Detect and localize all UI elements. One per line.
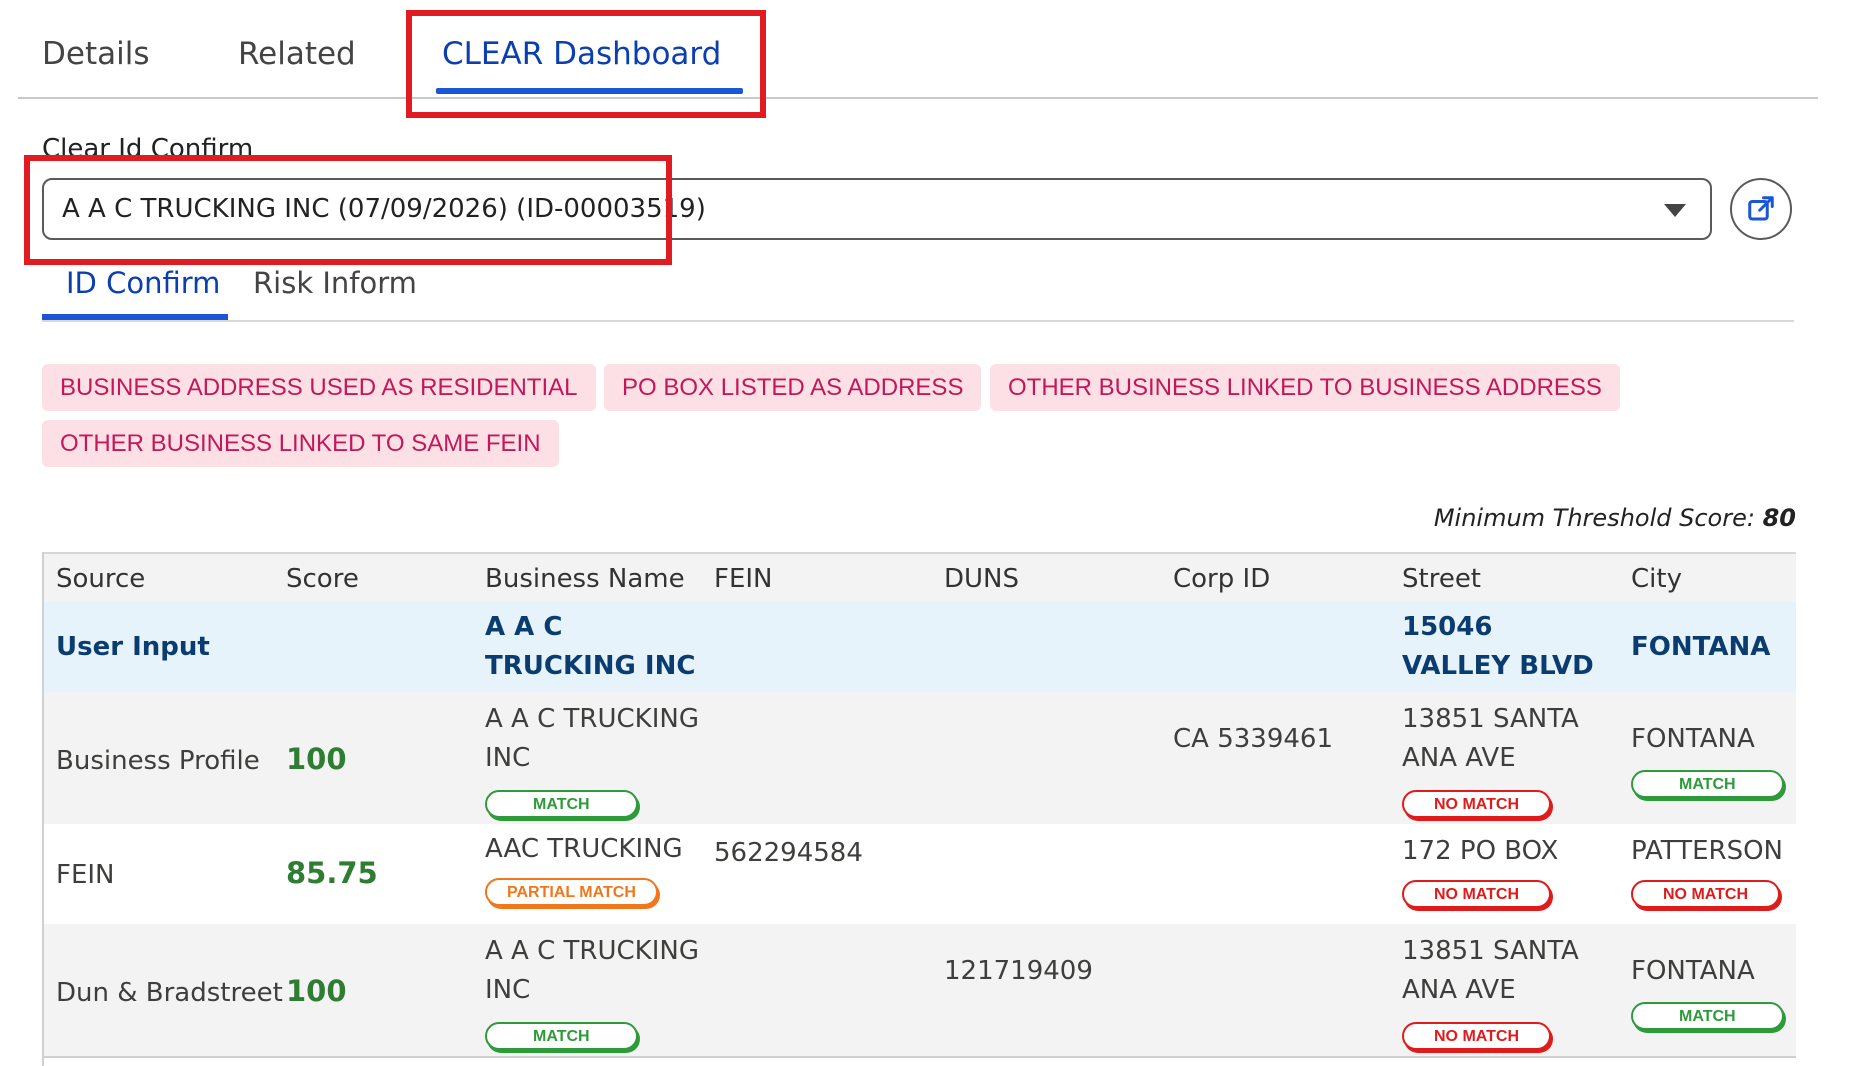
street-cell: 172 PO BOX	[1402, 836, 1559, 866]
city-cell: FONTANA	[1631, 724, 1755, 754]
flag-badge: BUSINESS ADDRESS USED AS RESIDENTIAL	[42, 364, 596, 411]
tab-clear-dashboard[interactable]: CLEAR Dashboard	[442, 36, 721, 72]
chevron-down-icon	[1664, 204, 1686, 217]
match-status: PARTIAL MATCH	[485, 870, 658, 909]
tab-details[interactable]: Details	[42, 36, 149, 72]
city-cell: FONTANA	[1631, 956, 1755, 986]
top-tab-bar: Details Related CLEAR Dashboard	[18, 0, 1818, 99]
column-header[interactable]: Street	[1402, 564, 1481, 594]
duns-cell: 121719409	[944, 956, 1093, 986]
clear-id-selected-value: A A C TRUCKING INC (07/09/2026) (ID-0000…	[62, 194, 706, 224]
business-name-cell: A A C TRUCKING INC	[485, 612, 696, 681]
table-header: Source Score Business Name FEIN DUNS Cor…	[44, 552, 1796, 604]
match-status: NO MATCH	[1402, 782, 1552, 821]
street-cell: 13851 SANTA ANA AVE	[1402, 704, 1579, 773]
source-cell: FEIN	[56, 860, 115, 890]
table-row: Business Profile 100 A A C TRUCKING INC …	[44, 692, 1796, 826]
street-cell: 15046 VALLEY BLVD	[1402, 612, 1594, 681]
score-cell: 100	[286, 974, 347, 1008]
tab-risk-inform[interactable]: Risk Inform	[253, 266, 417, 300]
column-header[interactable]: Source	[56, 564, 145, 594]
clear-id-label: Clear Id Confirm	[42, 134, 254, 164]
external-link-icon	[1748, 196, 1774, 221]
corp-id-cell: CA 5339461	[1173, 724, 1333, 754]
city-cell: FONTANA	[1631, 632, 1771, 662]
source-cell: User Input	[56, 632, 210, 662]
flag-badge: PO BOX LISTED AS ADDRESS	[604, 364, 982, 411]
score-cell: 100	[286, 742, 347, 776]
business-name-cell: AAC TRUCKING	[485, 834, 683, 864]
tab-id-confirm[interactable]: ID Confirm	[66, 266, 220, 300]
flag-badge: OTHER BUSINESS LINKED TO SAME FEIN	[42, 420, 559, 467]
threshold-value: 80	[1762, 504, 1796, 532]
fein-cell: 562294584	[714, 838, 863, 868]
business-name-cell: A A C TRUCKING INC	[485, 704, 699, 773]
match-status: MATCH	[485, 1014, 638, 1053]
sub-tab-bar: ID Confirm Risk Inform	[42, 260, 1794, 322]
threshold-label: Minimum Threshold Score:	[1433, 504, 1755, 532]
match-status: NO MATCH	[1402, 872, 1552, 911]
min-threshold-score: Minimum Threshold Score: 80	[1434, 504, 1796, 532]
street-cell: 13851 SANTA ANA AVE	[1402, 936, 1579, 1005]
source-cell: Business Profile	[56, 746, 260, 776]
business-name-cell: A A C TRUCKING INC	[485, 936, 699, 1005]
column-header[interactable]: City	[1631, 564, 1682, 594]
city-cell: PATTERSON	[1631, 836, 1784, 866]
id-confirm-table: Source Score Business Name FEIN DUNS Cor…	[42, 552, 1796, 1066]
active-tab-indicator	[436, 88, 743, 94]
tab-related[interactable]: Related	[238, 36, 356, 72]
open-external-button[interactable]	[1730, 178, 1792, 240]
table-row: FEIN 85.75 AAC TRUCKING PARTIAL MATCH 56…	[44, 824, 1796, 926]
active-subtab-indicator	[42, 314, 228, 320]
table-row-user-input: User Input A A C TRUCKING INC 15046 VALL…	[44, 602, 1796, 694]
column-header[interactable]: Business Name	[485, 564, 685, 594]
match-status: NO MATCH	[1402, 1014, 1552, 1053]
column-header[interactable]: FEIN	[714, 564, 773, 594]
match-status: MATCH	[485, 782, 638, 821]
match-status: MATCH	[1631, 762, 1784, 801]
flag-badge: OTHER BUSINESS LINKED TO BUSINESS ADDRES…	[990, 364, 1620, 411]
clear-id-combobox[interactable]: A A C TRUCKING INC (07/09/2026) (ID-0000…	[42, 178, 1712, 240]
match-status: MATCH	[1631, 994, 1784, 1033]
column-header[interactable]: Score	[286, 564, 359, 594]
match-status: NO MATCH	[1631, 872, 1781, 911]
column-header[interactable]: Corp ID	[1173, 564, 1270, 594]
column-header[interactable]: DUNS	[944, 564, 1019, 594]
table-row: Dun & Bradstreet 100 A A C TRUCKING INC …	[44, 924, 1796, 1058]
source-cell: Dun & Bradstreet	[56, 978, 283, 1008]
score-cell: 85.75	[286, 856, 378, 890]
